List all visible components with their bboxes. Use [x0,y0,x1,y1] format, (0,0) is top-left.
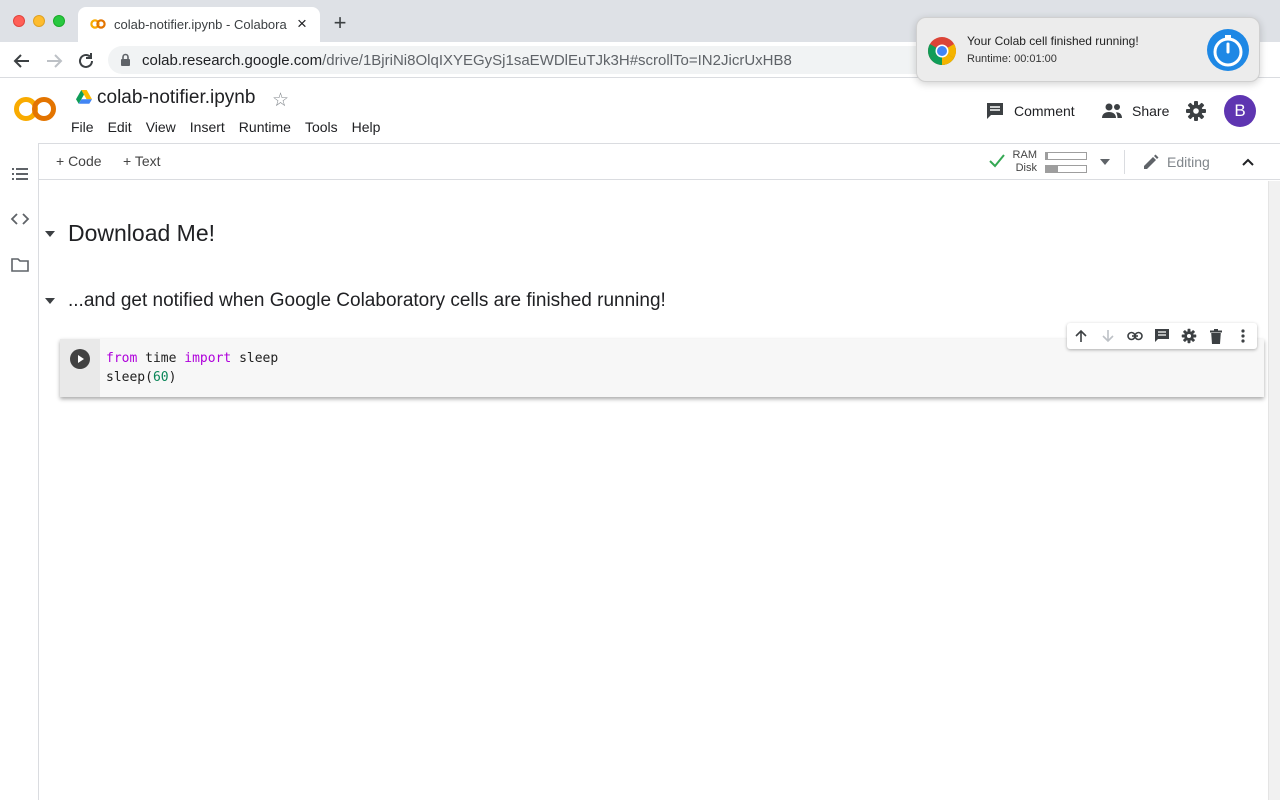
connected-check-icon [989,154,1005,168]
menu-edit[interactable]: Edit [108,118,146,136]
collapse-caret-icon[interactable] [45,298,55,304]
notification-title: Your Colab cell finished running! [967,34,1139,48]
ram-usage-bar [1045,152,1087,160]
chrome-logo-icon [927,36,957,66]
editing-mode-button[interactable]: Editing [1142,153,1210,171]
window-minimize-button[interactable] [33,15,45,27]
new-tab-button[interactable]: + [328,12,352,36]
link-icon[interactable] [1121,323,1148,349]
forward-arrow-icon[interactable] [43,50,65,72]
code-snippets-icon[interactable] [10,211,30,227]
disk-label: Disk [1015,162,1037,174]
star-icon[interactable]: ☆ [272,89,289,112]
move-down-icon[interactable] [1094,323,1121,349]
notebook-toolbar: + Code + Text RAM Disk Editing [39,143,1280,180]
window-close-button[interactable] [13,15,25,27]
back-arrow-icon[interactable] [11,50,33,72]
disk-usage-fill [1046,166,1058,172]
table-of-contents-icon[interactable] [10,166,30,182]
toolbar-divider [1124,150,1125,174]
comment-label: Comment [1014,103,1075,119]
cell-settings-gear-icon[interactable] [1175,323,1202,349]
heading-2-text: ...and get notified when Google Colabora… [68,290,666,311]
add-text-button[interactable]: + Text [123,153,161,169]
runtime-dropdown-icon[interactable] [1100,159,1110,165]
disk-usage-bar [1045,165,1087,173]
browser-tab[interactable]: colab-notifier.ipynb - Colabora × [78,7,320,42]
add-code-button[interactable]: + Code [56,153,102,169]
section-heading-2[interactable]: ...and get notified when Google Colabora… [45,290,666,312]
menu-runtime[interactable]: Runtime [239,118,305,136]
collapse-header-icon[interactable] [1240,154,1256,170]
notebook-title[interactable]: colab-notifier.ipynb [97,87,255,109]
ram-usage-fill [1046,153,1048,159]
close-paren: ) [168,370,177,385]
import-name: sleep [231,351,279,366]
system-notification[interactable]: Your Colab cell finished running! Runtim… [916,17,1260,82]
folder-icon[interactable] [10,257,30,273]
cell-gutter [60,339,100,397]
settings-gear-icon[interactable] [1185,99,1207,123]
code-editor[interactable]: from time import sleep sleep(60) [106,349,278,387]
scrollbar[interactable] [1268,181,1280,800]
google-drive-icon [76,90,92,104]
resource-monitor[interactable]: RAM Disk [989,148,1139,176]
window-maximize-button[interactable] [53,15,65,27]
url-text: colab.research.google.com/drive/1BjriNi8… [142,52,792,69]
function-call: sleep( [106,370,153,385]
pencil-icon [1142,153,1160,171]
comment-button[interactable]: Comment [985,99,1075,123]
left-rail [0,143,39,800]
run-cell-button[interactable] [70,349,90,369]
move-up-icon[interactable] [1067,323,1094,349]
keyword-from: from [106,351,138,366]
menu-file[interactable]: File [71,118,108,136]
menu-bar: File Edit View Insert Runtime Tools Help [71,118,394,136]
colab-logo-icon[interactable] [13,95,57,123]
people-icon [1101,103,1123,119]
tab-title: colab-notifier.ipynb - Colabora [114,17,287,32]
url-path: /drive/1BjriNi8OlqIXYEGySj1saEWDlEuTJk3H… [322,52,792,69]
share-button[interactable]: Share [1101,99,1169,123]
section-heading-1[interactable]: Download Me! [45,220,215,247]
menu-insert[interactable]: Insert [190,118,239,136]
menu-view[interactable]: View [146,118,190,136]
notification-body: Runtime: 00:01:00 [967,53,1057,65]
tab-close-icon[interactable]: × [292,14,312,34]
lock-icon [120,53,131,67]
comment-icon[interactable] [1148,323,1175,349]
reload-icon[interactable] [75,50,97,72]
keyword-import: import [184,351,232,366]
colab-favicon-icon [90,17,106,31]
collapse-caret-icon[interactable] [45,230,55,237]
number-literal: 60 [152,370,169,385]
more-vert-icon[interactable] [1229,323,1256,349]
share-label: Share [1132,103,1170,119]
editing-label: Editing [1167,154,1210,170]
trash-icon[interactable] [1202,323,1229,349]
menu-tools[interactable]: Tools [305,118,352,136]
notebook-content [40,181,1268,800]
stopwatch-icon [1206,28,1250,72]
heading-1-text: Download Me! [68,220,216,246]
comment-icon [985,101,1005,121]
url-host: colab.research.google.com [142,52,323,69]
module-name: time [137,351,185,366]
menu-help[interactable]: Help [352,118,395,136]
ram-label: RAM [1012,149,1037,161]
account-avatar[interactable]: B [1224,95,1256,127]
cell-toolbar [1067,323,1257,349]
